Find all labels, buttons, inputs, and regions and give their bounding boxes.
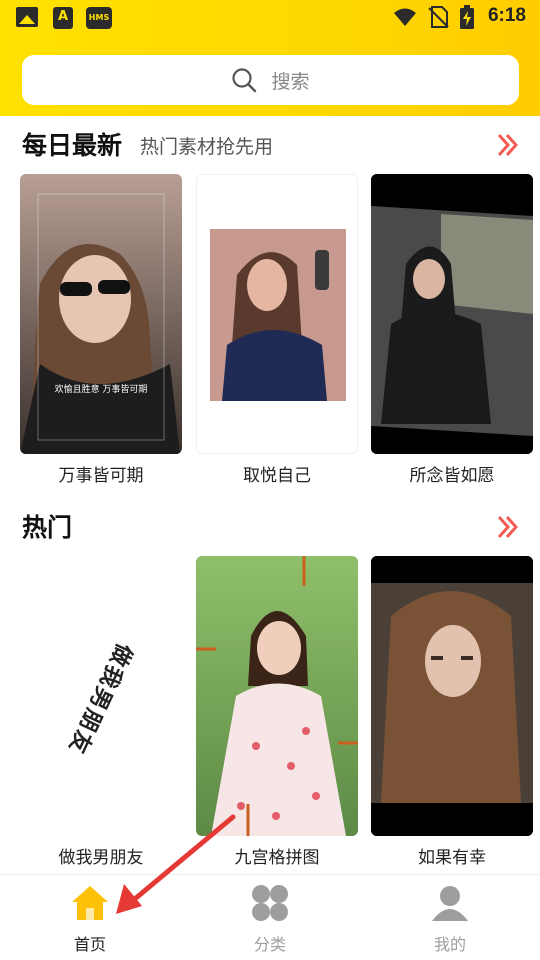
hot-section-header: 热门 bbox=[0, 508, 540, 548]
daily-card-1-image bbox=[20, 174, 182, 454]
category-icon bbox=[252, 885, 288, 921]
hot-card-3[interactable] bbox=[371, 556, 533, 836]
search-bar[interactable]: 搜索 bbox=[22, 55, 519, 105]
hot-card-3-image bbox=[371, 556, 533, 836]
search-placeholder: 搜索 bbox=[271, 70, 310, 93]
hot-card-3-caption: 如果有幸 bbox=[418, 848, 486, 868]
hot-card-1-caption: 做我男朋友 bbox=[58, 848, 144, 868]
daily-card-1-overlay-text: 欢愉且胜意 万事皆可期 bbox=[54, 385, 148, 395]
nav-item-profile[interactable]: 我的 bbox=[360, 875, 540, 960]
hot-card-1[interactable]: 做我男朋友 bbox=[20, 556, 182, 836]
profile-icon bbox=[432, 886, 468, 921]
daily-card-2-caption: 取悦自己 bbox=[243, 466, 311, 486]
daily-title: 每日最新 bbox=[22, 131, 123, 160]
hot-card-1-overlay-text: 做我男朋友 bbox=[63, 639, 137, 759]
daily-card-1[interactable]: 欢愉且胜意 万事皆可期 bbox=[20, 174, 182, 454]
bottom-nav: 首页 分类 我的 bbox=[0, 874, 540, 960]
gallery-icon bbox=[16, 7, 38, 27]
hot-card-2[interactable] bbox=[196, 556, 358, 836]
double-chevron-right-icon[interactable] bbox=[496, 514, 520, 540]
daily-subtitle: 热门素材抢先用 bbox=[140, 136, 274, 158]
status-bar: A HMS 6:18 bbox=[0, 0, 540, 38]
hms-icon: HMS bbox=[86, 7, 112, 29]
daily-card-2[interactable] bbox=[196, 174, 358, 454]
nav-label-profile: 我的 bbox=[433, 935, 466, 954]
double-chevron-right-icon[interactable] bbox=[496, 132, 520, 158]
daily-card-1-caption: 万事皆可期 bbox=[58, 466, 144, 486]
status-time: 6:18 bbox=[487, 5, 526, 26]
daily-card-3-caption: 所念皆如愿 bbox=[409, 466, 495, 486]
font-a-icon: A bbox=[53, 7, 73, 29]
no-sim-icon bbox=[428, 6, 449, 28]
daily-card-3[interactable] bbox=[371, 174, 533, 454]
home-icon bbox=[72, 886, 108, 920]
daily-card-3-image bbox=[371, 174, 533, 454]
hot-card-2-caption: 九宫格拼图 bbox=[234, 848, 320, 868]
daily-section-header: 每日最新 热门素材抢先用 bbox=[0, 126, 540, 166]
nav-label-home: 首页 bbox=[73, 935, 106, 954]
nav-item-category[interactable]: 分类 bbox=[180, 875, 360, 960]
battery-charging-icon bbox=[460, 5, 474, 29]
hot-card-2-image bbox=[196, 556, 358, 836]
nav-item-home[interactable]: 首页 bbox=[0, 875, 180, 960]
hot-title: 热门 bbox=[22, 513, 73, 542]
wifi-icon bbox=[394, 8, 416, 26]
nav-label-category: 分类 bbox=[253, 935, 286, 954]
search-icon bbox=[232, 68, 257, 93]
daily-card-2-image bbox=[210, 229, 346, 401]
